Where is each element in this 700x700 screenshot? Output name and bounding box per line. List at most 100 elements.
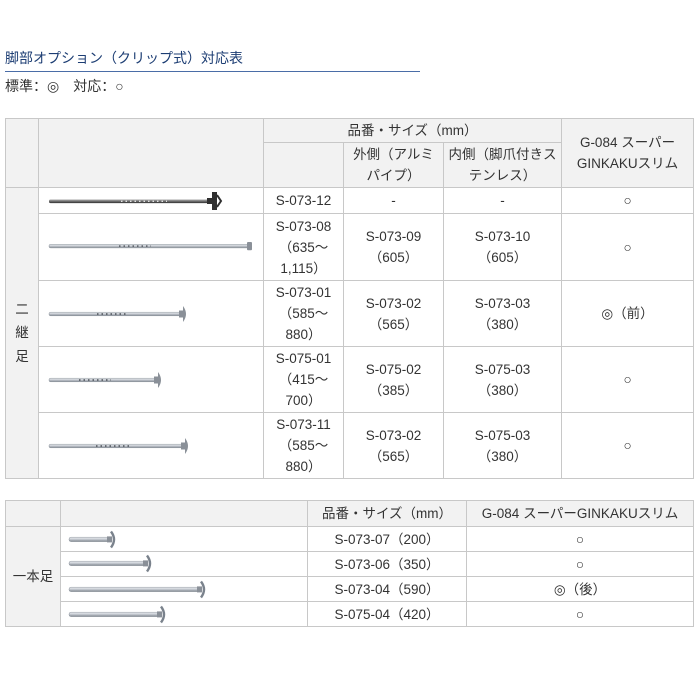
part-number: S-075-01 bbox=[275, 351, 332, 366]
leg-image-cell bbox=[38, 280, 264, 347]
outer-cell: S-073-02 （565） bbox=[343, 280, 444, 347]
inner-part-number: S-073-10 bbox=[474, 229, 531, 244]
inner-cell: S-073-10 （605） bbox=[442, 213, 563, 281]
part-cell: S-075-01 （415～700） bbox=[263, 346, 344, 413]
inner-part-number: S-073-03 bbox=[474, 295, 531, 311]
inner-size: （380） bbox=[477, 316, 528, 332]
compat-cell: ○ bbox=[466, 526, 694, 552]
part-size: （635～1,115） bbox=[278, 239, 329, 276]
part-number: S-073-06 bbox=[334, 556, 390, 572]
outer-cell: S-073-02 （565） bbox=[343, 412, 444, 479]
leg-image bbox=[68, 580, 206, 598]
outer-size: （605） bbox=[368, 250, 419, 265]
model-header: G-084 スーパーGINKAKUスリム bbox=[466, 500, 694, 527]
part-size: （420） bbox=[390, 606, 440, 622]
table-row: 一本足 S-073-07（200） ○ bbox=[5, 526, 694, 627]
part-cell: S-073-07（200） bbox=[307, 526, 467, 552]
table-row: S-073-06（350） ○ bbox=[6, 551, 694, 577]
leg-image bbox=[68, 554, 152, 572]
part-cell: S-075-04（420） bbox=[307, 601, 467, 627]
part-size: （585～880） bbox=[278, 306, 329, 342]
table-header-row: 品番・サイズ（mm） G-084 スーパーGINKAKUスリム bbox=[5, 118, 695, 188]
inner-part-number: - bbox=[500, 193, 505, 208]
table-row: S-073-08 （635～1,115） S-073-09 （605） S-07… bbox=[6, 213, 695, 281]
outer-cell: - bbox=[343, 187, 444, 214]
compat-cell: ○ bbox=[561, 187, 695, 214]
leg-image-cell bbox=[60, 526, 308, 552]
part-subheader-blank bbox=[263, 142, 344, 188]
leg-image bbox=[68, 530, 116, 548]
part-size: （585～880） bbox=[278, 438, 329, 474]
inner-part-number: S-075-03 bbox=[474, 361, 531, 377]
leg-image bbox=[48, 305, 186, 322]
legend: 標準：◎ 対応：○ bbox=[5, 78, 124, 94]
inner-cell: S-073-03 （380） bbox=[442, 280, 563, 347]
leg-image bbox=[68, 605, 166, 623]
table-row: 二継足 S-073-12 - - ○ bbox=[5, 187, 695, 479]
compat-cell: ○ bbox=[561, 346, 695, 413]
inner-size: （380） bbox=[477, 448, 528, 464]
page-title: 脚部オプション（クリップ式）対応表 bbox=[5, 50, 243, 66]
inner-size: （605） bbox=[477, 250, 528, 265]
part-cell: S-073-01 （585～880） bbox=[263, 280, 344, 347]
part-size-header: 品番・サイズ（mm） bbox=[262, 118, 563, 143]
outer-part-number: S-075-02 bbox=[365, 361, 422, 377]
part-size-header: 品番・サイズ（mm） bbox=[307, 500, 467, 527]
outer-part-number: S-073-02 bbox=[365, 427, 422, 443]
table-row: S-073-11 （585～880） S-073-02 （565） S-075-… bbox=[6, 412, 695, 479]
outer-cell: S-073-09 （605） bbox=[343, 213, 444, 281]
label-header-blank bbox=[5, 500, 61, 527]
leg-image bbox=[48, 241, 252, 250]
table-row: S-073-04（590） ◎（後） bbox=[6, 576, 694, 602]
part-number: S-073-12 bbox=[275, 193, 332, 208]
leg-image-cell bbox=[38, 187, 264, 214]
compat-cell: ◎（前） bbox=[561, 280, 695, 347]
part-number: S-073-08 bbox=[275, 218, 332, 234]
part-cell: S-073-11 （585～880） bbox=[263, 412, 344, 479]
single-leg-label-cell: 一本足 bbox=[5, 526, 61, 627]
outer-part-number: - bbox=[391, 193, 396, 208]
compat-cell: ◎（後） bbox=[466, 576, 694, 602]
title-underline bbox=[5, 71, 420, 72]
leg-image-cell bbox=[38, 213, 264, 281]
outer-subheader: 外側（アルミパイプ） bbox=[343, 142, 444, 188]
outer-part-number: S-073-02 bbox=[365, 295, 422, 311]
table-row: S-075-04（420） ○ bbox=[6, 601, 694, 627]
part-number: S-075-04 bbox=[334, 606, 390, 622]
two-section-leg-table: 品番・サイズ（mm） G-084 スーパーGINKAKUスリム 外側（アルミパイ… bbox=[5, 118, 695, 479]
part-size: （200） bbox=[390, 531, 440, 547]
outer-part-number: S-073-09 bbox=[365, 229, 422, 244]
single-leg-table: 品番・サイズ（mm） G-084 スーパーGINKAKUスリム 一本足 S-07… bbox=[5, 500, 694, 627]
leg-image bbox=[48, 371, 161, 388]
outer-size: （385） bbox=[368, 382, 419, 398]
leg-image-cell bbox=[60, 601, 308, 627]
table-row: S-073-01 （585～880） S-073-02 （565） S-073-… bbox=[6, 280, 695, 347]
compat-cell: ○ bbox=[466, 551, 694, 577]
part-number: S-073-01 bbox=[275, 285, 332, 300]
two-section-label-cell: 二継足 bbox=[5, 187, 39, 479]
compat-cell: ○ bbox=[561, 412, 695, 479]
part-number: S-073-11 bbox=[276, 417, 331, 432]
image-header-blank bbox=[60, 500, 308, 527]
outer-size: （565） bbox=[368, 316, 419, 332]
inner-part-number: S-075-03 bbox=[474, 427, 531, 443]
part-number: S-073-07 bbox=[334, 531, 390, 547]
table-header-row: 品番・サイズ（mm） G-084 スーパーGINKAKUスリム bbox=[5, 500, 694, 527]
outer-cell: S-075-02 （385） bbox=[343, 346, 444, 413]
label-header-blank bbox=[5, 118, 39, 188]
leg-image-cell bbox=[38, 412, 264, 479]
compat-cell: ○ bbox=[561, 213, 695, 281]
inner-subheader: 内側（脚爪付きステンレス） bbox=[442, 142, 563, 188]
leg-image bbox=[48, 437, 188, 454]
leg-image-cell bbox=[60, 576, 308, 602]
part-size: （590） bbox=[390, 581, 440, 597]
single-leg-label: 一本足 bbox=[12, 569, 54, 584]
inner-cell: S-075-03 （380） bbox=[442, 412, 563, 479]
leg-image bbox=[49, 191, 223, 210]
part-cell: S-073-04（590） bbox=[307, 576, 467, 602]
part-cell: S-073-12 bbox=[263, 187, 344, 214]
part-cell: S-073-06（350） bbox=[307, 551, 467, 577]
part-size: （350） bbox=[390, 556, 440, 572]
outer-size: （565） bbox=[368, 448, 419, 464]
table-row: S-075-01 （415～700） S-075-02 （385） S-075-… bbox=[6, 346, 695, 413]
